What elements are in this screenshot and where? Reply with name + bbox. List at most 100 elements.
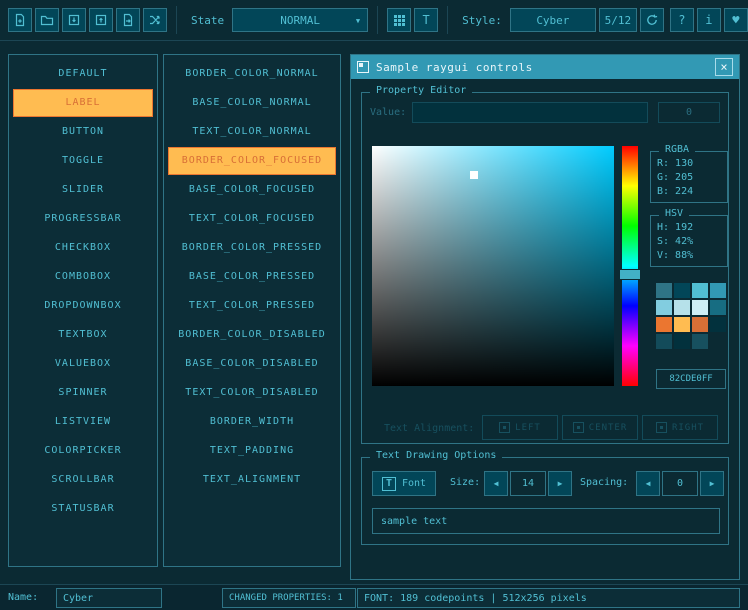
list-item[interactable]: BASE_COLOR_PRESSED: [168, 263, 336, 291]
window-icon: [357, 61, 369, 73]
list-item[interactable]: PROGRESSBAR: [13, 205, 153, 233]
hex-value-input[interactable]: 82CDE0FF: [656, 369, 726, 389]
list-item[interactable]: TEXT_PADDING: [168, 437, 336, 465]
list-item[interactable]: SLIDER: [13, 176, 153, 204]
left-arrow-icon: ◀: [646, 479, 651, 488]
name-label: Name:: [8, 592, 38, 603]
palette-cell[interactable]: [692, 283, 708, 298]
value-input[interactable]: [412, 102, 648, 123]
list-item[interactable]: VALUEBOX: [13, 350, 153, 378]
window-titlebar[interactable]: Sample raygui controls ×: [351, 55, 739, 79]
align-right-icon: [656, 422, 667, 433]
palette-cell[interactable]: [656, 334, 672, 349]
palette-cell[interactable]: [674, 334, 690, 349]
list-item[interactable]: DEFAULT: [13, 60, 153, 88]
reload-style-button[interactable]: [640, 8, 664, 32]
value-spinner[interactable]: 0: [658, 102, 720, 123]
size-value[interactable]: 14: [510, 471, 546, 496]
palette-cell[interactable]: [710, 317, 726, 332]
export-code-button[interactable]: [116, 8, 140, 32]
sample-text-input[interactable]: sample text: [372, 508, 720, 534]
spacing-decrease-button[interactable]: ◀: [636, 471, 660, 496]
list-item[interactable]: BASE_COLOR_DISABLED: [168, 350, 336, 378]
palette-cell[interactable]: [692, 317, 708, 332]
color-saturation-value-panel[interactable]: [372, 146, 614, 386]
list-item[interactable]: TOGGLE: [13, 147, 153, 175]
right-arrow-icon: ▶: [710, 479, 715, 488]
spacing-value-text: 0: [677, 478, 683, 489]
color-cursor[interactable]: [470, 171, 478, 179]
style-counter[interactable]: 5/12: [599, 8, 637, 32]
save-style-button[interactable]: [62, 8, 86, 32]
list-item[interactable]: BORDER_WIDTH: [168, 408, 336, 436]
list-item[interactable]: TEXTBOX: [13, 321, 153, 349]
size-value-text: 14: [522, 478, 534, 489]
list-item[interactable]: BORDER_COLOR_DISABLED: [168, 321, 336, 349]
font-atlas-button[interactable]: T: [414, 8, 438, 32]
list-item[interactable]: SCROLLBAR: [13, 466, 153, 494]
list-item[interactable]: DROPDOWNBOX: [13, 292, 153, 320]
list-item[interactable]: SPINNER: [13, 379, 153, 407]
list-item[interactable]: BASE_COLOR_FOCUSED: [168, 176, 336, 204]
list-item[interactable]: STATUSBAR: [13, 495, 153, 523]
list-item[interactable]: BORDER_COLOR_PRESSED: [168, 234, 336, 262]
help-button[interactable]: ?: [670, 8, 694, 32]
list-item[interactable]: COMBOBOX: [13, 263, 153, 291]
palette-cell[interactable]: [674, 300, 690, 315]
random-style-button[interactable]: [143, 8, 167, 32]
palette-cell[interactable]: [656, 300, 672, 315]
sponsor-button[interactable]: ♥: [724, 8, 748, 32]
palette-cell[interactable]: [692, 300, 708, 315]
font-toggle-button[interactable]: T Font: [372, 471, 436, 496]
palette-cell[interactable]: [674, 283, 690, 298]
list-item[interactable]: TEXT_ALIGNMENT: [168, 466, 336, 494]
spacing-spinner: ◀ 0 ▶: [636, 471, 724, 496]
state-dropdown[interactable]: NORMAL ▼: [232, 8, 368, 32]
style-name-input[interactable]: Cyber: [56, 588, 162, 608]
align-left-toggle[interactable]: LEFT: [482, 415, 558, 440]
list-item[interactable]: TEXT_COLOR_NORMAL: [168, 118, 336, 146]
close-button[interactable]: ×: [715, 58, 733, 76]
export-style-button[interactable]: [89, 8, 113, 32]
new-style-button[interactable]: [8, 8, 32, 32]
style-label: Style:: [462, 14, 502, 27]
save-icon: [67, 13, 81, 27]
list-item[interactable]: BORDER_COLOR_NORMAL: [168, 60, 336, 88]
style-table-button[interactable]: [387, 8, 411, 32]
open-folder-icon: [40, 13, 54, 27]
palette-cell[interactable]: [710, 334, 726, 349]
size-increase-button[interactable]: ▶: [548, 471, 572, 496]
load-style-button[interactable]: [35, 8, 59, 32]
list-item[interactable]: BUTTON: [13, 118, 153, 146]
grid-icon: [393, 14, 406, 27]
style-combo[interactable]: Cyber: [510, 8, 596, 32]
list-item[interactable]: COLORPICKER: [13, 437, 153, 465]
about-button[interactable]: i: [697, 8, 721, 32]
palette-cell[interactable]: [656, 283, 672, 298]
list-item[interactable]: BASE_COLOR_NORMAL: [168, 89, 336, 117]
hsv-value-value: V: 88%: [651, 249, 727, 263]
palette-cell[interactable]: [692, 334, 708, 349]
list-item[interactable]: TEXT_COLOR_FOCUSED: [168, 205, 336, 233]
export-up-icon: [94, 13, 108, 27]
font-T-icon: T: [382, 477, 396, 491]
spacing-value[interactable]: 0: [662, 471, 698, 496]
palette-cell[interactable]: [656, 317, 672, 332]
list-item[interactable]: TEXT_COLOR_DISABLED: [168, 379, 336, 407]
list-item[interactable]: BORDER_COLOR_FOCUSED: [168, 147, 336, 175]
palette-cell[interactable]: [710, 300, 726, 315]
spacing-increase-button[interactable]: ▶: [700, 471, 724, 496]
list-item[interactable]: LABEL: [13, 89, 153, 117]
palette-cell[interactable]: [674, 317, 690, 332]
text-drawing-options-title: Text Drawing Options: [370, 450, 502, 461]
list-item[interactable]: LISTVIEW: [13, 408, 153, 436]
align-right-toggle[interactable]: RIGHT: [642, 415, 718, 440]
spacing-label: Spacing:: [580, 477, 628, 488]
list-item[interactable]: CHECKBOX: [13, 234, 153, 262]
size-decrease-button[interactable]: ◀: [484, 471, 508, 496]
palette-cell[interactable]: [710, 283, 726, 298]
hue-slider[interactable]: [619, 269, 641, 280]
list-item[interactable]: TEXT_COLOR_PRESSED: [168, 292, 336, 320]
align-center-toggle[interactable]: CENTER: [562, 415, 638, 440]
hue-bar[interactable]: [622, 146, 638, 386]
